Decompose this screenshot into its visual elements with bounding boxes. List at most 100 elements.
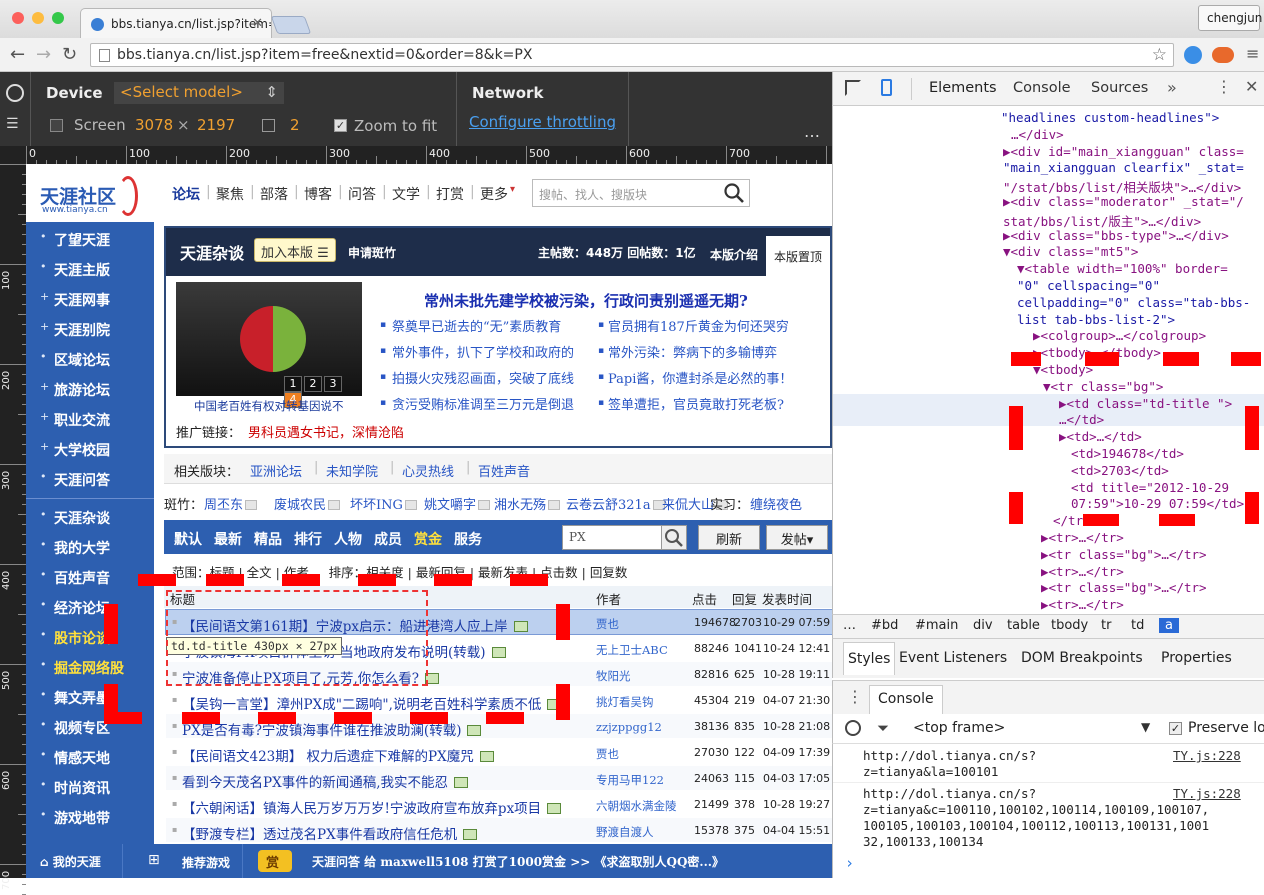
styles-subtab[interactable]: Properties <box>1161 650 1232 666</box>
related-board-link[interactable]: 心灵热线 <box>402 461 454 480</box>
zoom-checkbox[interactable]: ✓ <box>334 119 347 132</box>
list-tab[interactable]: 排行 <box>294 529 322 549</box>
thread-title-link[interactable]: 【吴钩一言堂】漳州PX成"二踢响",说明老百姓科学素质不低 <box>182 693 562 713</box>
drawer-menu-icon[interactable]: ⋮ <box>847 687 863 706</box>
profile-button[interactable]: chengjun <box>1198 5 1262 31</box>
thread-title-link[interactable]: 【六朝闲话】镇海人民万岁万万岁!宁波政府宣布放弃px项目 <box>182 797 562 817</box>
breadcrumb-item[interactable]: table <box>1007 618 1040 633</box>
dom-node-line[interactable]: ▶<td>…</td> <box>1059 429 1142 444</box>
sidebar-item[interactable]: 大学校园 <box>54 440 110 460</box>
nav-link[interactable]: 论坛 <box>172 184 200 204</box>
frame-dropdown-icon[interactable]: ▼ <box>1141 720 1150 734</box>
sidebar-item[interactable]: 股市论谈 <box>54 628 110 648</box>
moderator-link[interactable]: 坏坏ING <box>350 494 419 513</box>
breadcrumb-item[interactable]: tbody <box>1051 618 1088 633</box>
zoom-window-button[interactable] <box>52 12 64 24</box>
dom-node-line[interactable]: …</td> <box>1059 412 1104 427</box>
dom-node-line[interactable]: "main_xiangguan clearfix" _stat= <box>1003 160 1244 175</box>
board-link[interactable]: 官员拥有187斤黄金为何还哭穷 <box>608 316 789 335</box>
sidebar-item[interactable]: 我的大学 <box>54 538 110 558</box>
author-link[interactable]: 专用马甲122 <box>596 772 664 788</box>
site-logo[interactable]: 天涯社区 www.tianya.cn <box>26 164 154 222</box>
author-link[interactable]: 挑灯看吴钩 <box>596 694 654 710</box>
related-board-link[interactable]: 百姓声音 <box>478 461 530 480</box>
sidebar-item[interactable]: 掘金网络股 <box>54 658 124 678</box>
sidebar-item[interactable]: 视频专区 <box>54 718 110 738</box>
dom-node-line[interactable]: <td>2703</td> <box>1071 463 1169 478</box>
nav-link[interactable]: 更多 <box>480 184 508 204</box>
games-link[interactable]: 推荐游戏 <box>182 854 230 871</box>
extension-icon[interactable] <box>1212 47 1234 63</box>
board-link[interactable]: 贪污受贿标准调至三万元是倒退 <box>392 394 574 413</box>
join-board-button[interactable]: 加入本版 ☰ <box>254 238 336 262</box>
dom-node-line[interactable]: <td title="2012-10-29 <box>1071 480 1229 495</box>
configure-throttling-link[interactable]: Configure throttling <box>469 113 616 131</box>
list-search-input[interactable]: PX <box>569 530 586 544</box>
list-tab[interactable]: 默认 <box>174 529 202 549</box>
console-source-link[interactable]: TY.js:228 <box>1173 748 1241 763</box>
post-button[interactable]: 发帖▾ <box>766 525 828 550</box>
related-board-link[interactable]: 亚洲论坛 <box>250 461 302 480</box>
console-drawer-tab[interactable]: Console <box>869 685 943 715</box>
browser-tab[interactable]: bbs.tianya.cn/list.jsp?item= ✕ <box>80 8 272 38</box>
filter-icon[interactable]: ⏷ <box>877 719 889 737</box>
sidebar-item[interactable]: 职业交流 <box>54 410 110 430</box>
extension-icon[interactable] <box>1184 46 1202 64</box>
my-tianya-link[interactable]: ⌂ 我的天涯 <box>40 853 101 870</box>
board-link[interactable]: 常外污染：弊病下的多输博弈 <box>608 342 777 361</box>
bookmark-star-icon[interactable]: ☆ <box>1152 45 1167 65</box>
dom-node-line[interactable]: ▶<tr class="bg">…</tr> <box>1041 580 1207 595</box>
device-mode-icon[interactable] <box>881 79 892 96</box>
dom-node-line[interactable]: ▶<div class="moderator" _stat="/ <box>1003 194 1244 209</box>
screen-height[interactable]: 2197 <box>197 116 235 134</box>
breadcrumb-item[interactable]: a <box>1159 618 1179 633</box>
back-icon[interactable]: ← <box>10 44 25 65</box>
nav-link[interactable]: 文学 <box>392 184 420 204</box>
board-intro-tab[interactable]: 本版介绍 <box>710 246 758 263</box>
sidebar-item[interactable]: 天涯网事 <box>54 290 110 310</box>
breadcrumb-item[interactable]: tr <box>1101 618 1111 633</box>
thread-title-link[interactable]: 【民间语文423期】 权力后遗症下难解的PX魔咒 <box>182 745 494 765</box>
sidebar-item[interactable]: 经济论坛 <box>54 598 110 618</box>
console-prompt[interactable]: › <box>845 854 854 872</box>
nav-link[interactable]: 部落 <box>260 184 288 204</box>
feature-image[interactable]: 1 2 34 <box>176 282 362 408</box>
sidebar-item[interactable]: 舞文弄墨 <box>54 688 110 708</box>
carousel-page-button[interactable]: 1 <box>284 376 302 392</box>
breadcrumb-item[interactable]: div <box>973 618 993 633</box>
sidebar-item[interactable]: 旅游论坛 <box>54 380 110 400</box>
toggle-media-icon[interactable]: ☰ <box>6 116 19 132</box>
moderator-link[interactable]: 废城农民 <box>274 494 342 513</box>
breadcrumb-item[interactable]: #bd <box>871 618 898 633</box>
dom-node-line[interactable]: ▶<tr>…</tr> <box>1041 597 1124 612</box>
sidebar-item[interactable]: 天涯别院 <box>54 320 110 340</box>
refresh-button[interactable]: 刷新 <box>698 525 760 550</box>
more-icon[interactable]: … <box>804 122 820 141</box>
dom-node-line[interactable]: list tab-bbs-list-2"> <box>1017 312 1175 327</box>
moderator-link[interactable]: 周丕东 <box>204 494 259 513</box>
breadcrumb-item[interactable]: #main <box>915 618 958 633</box>
sidebar-item[interactable]: 了望天涯 <box>54 230 110 250</box>
list-tab[interactable]: 人物 <box>334 529 362 549</box>
board-link[interactable]: Papi酱，你遭封杀是必然的事！ <box>608 368 792 387</box>
styles-subtab[interactable]: DOM Breakpoints <box>1021 650 1143 666</box>
sidebar-item[interactable]: 天涯杂谈 <box>54 508 110 528</box>
site-search-input[interactable]: 搜帖、找人、搜版块 <box>539 186 647 203</box>
more-tabs-icon[interactable]: » <box>1167 78 1177 97</box>
minimize-window-button[interactable] <box>32 12 44 24</box>
new-tab-button[interactable] <box>270 16 312 34</box>
styles-subtab[interactable]: Event Listeners <box>899 650 1007 666</box>
author-link[interactable]: 无上卫士ABC <box>596 642 668 658</box>
moderator-link[interactable]: 姚文嚼字 <box>424 494 492 513</box>
dom-node-line[interactable]: "0" cellspacing="0" <box>1017 278 1160 293</box>
screen-width[interactable]: 3078 <box>135 116 173 134</box>
board-top-tab[interactable]: 本版置顶 <box>766 236 830 276</box>
list-tab[interactable]: 精品 <box>254 529 282 549</box>
dom-node-line[interactable]: ▶<div id="main_xiangguan" class= <box>1003 144 1244 159</box>
dom-node-line[interactable]: ▼<div class="mt5"> <box>1003 244 1138 259</box>
dom-node-line[interactable]: ▶<tr>…</tr> <box>1041 564 1124 579</box>
carousel-page-button[interactable]: 3 <box>324 376 342 392</box>
list-search-box[interactable]: PX <box>562 525 687 550</box>
thread-title-link[interactable]: 【野渡专栏】透过茂名PX事件看政府信任危机 <box>182 823 478 843</box>
related-board-link[interactable]: 未知学院 <box>326 461 378 480</box>
